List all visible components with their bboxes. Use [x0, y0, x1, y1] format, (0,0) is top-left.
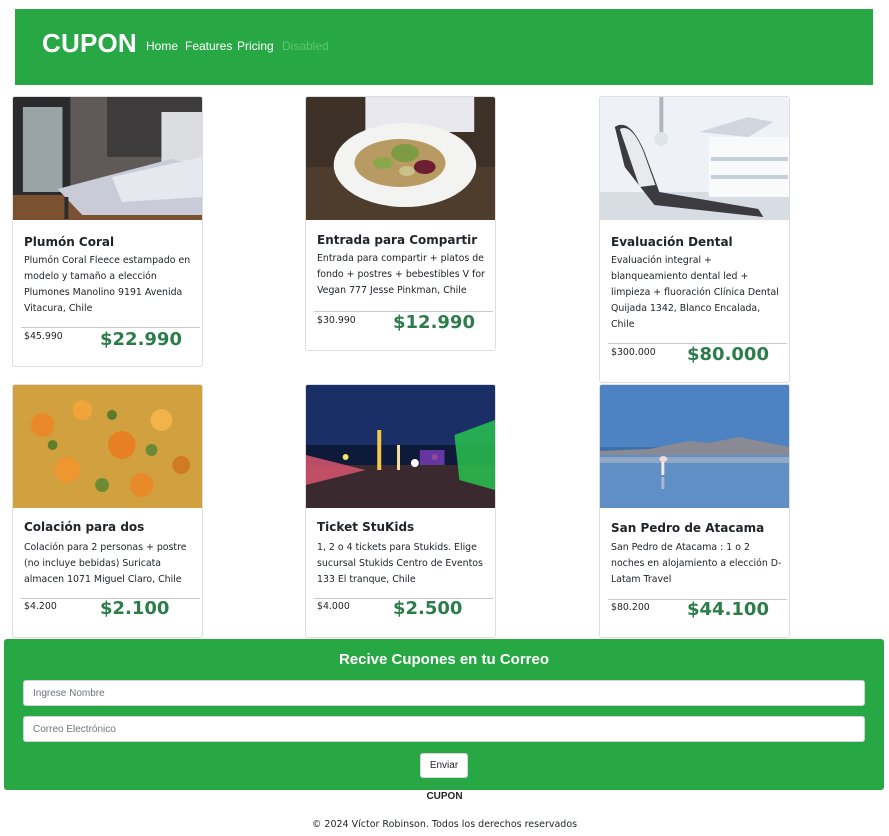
navbar: CUPON Home Features Pricing Disabled [15, 9, 873, 85]
card-description: 1, 2 o 4 tickets para Stukids. Elige suc… [317, 542, 483, 585]
card-title: Evaluación Dental [611, 235, 733, 249]
new-price: $2.100 [100, 598, 170, 619]
name-input[interactable] [23, 680, 865, 706]
old-price: $4.000 [317, 601, 350, 612]
send-button[interactable]: Enviar [420, 753, 468, 778]
coupon-card[interactable]: Colación para dos Colación para 2 person… [12, 384, 203, 638]
card-title: Ticket StuKids [317, 520, 415, 534]
new-price: $44.100 [687, 599, 769, 620]
coupon-card[interactable]: Evaluación Dental Evaluación integral + … [599, 96, 790, 383]
card-title: Colación para dos [24, 520, 145, 534]
card-description: Entrada para compartir + platos de fondo… [317, 253, 485, 296]
nav-link-disabled: Disabled [282, 39, 329, 53]
card-image-fair [306, 385, 495, 508]
coupon-card[interactable]: San Pedro de Atacama San Pedro de Atacam… [599, 384, 790, 638]
email-input[interactable] [23, 716, 865, 742]
card-image-lake [600, 385, 789, 508]
old-price: $45.990 [24, 331, 63, 342]
card-description: Plumón Coral Fleece estampado en modelo … [24, 255, 191, 314]
new-price: $80.000 [687, 344, 769, 365]
card-divider [21, 327, 200, 328]
new-price: $12.990 [393, 312, 475, 333]
coupon-card[interactable]: Entrada para Compartir Entrada para comp… [305, 96, 496, 351]
subscribe-section: Recive Cupones en tu Correo Enviar [4, 639, 884, 790]
card-image-dental [600, 97, 789, 220]
card-image-bedroom [13, 97, 202, 220]
card-title: Entrada para Compartir [317, 233, 478, 247]
card-description: San Pedro de Atacama : 1 o 2 noches en a… [611, 542, 782, 585]
card-title: San Pedro de Atacama [611, 521, 765, 535]
coupon-card[interactable]: Ticket StuKids 1, 2 o 4 tickets para Stu… [305, 384, 496, 638]
navbar-brand[interactable]: CUPON [42, 28, 137, 59]
coupon-card[interactable]: Plumón Coral Plumón Coral Fleece estampa… [12, 96, 203, 367]
card-image-dish [13, 385, 202, 508]
nav-link-pricing[interactable]: Pricing [237, 39, 274, 53]
old-price: $4.200 [24, 601, 57, 612]
old-price: $30.990 [317, 315, 356, 326]
card-title: Plumón Coral [24, 235, 115, 249]
old-price: $300.000 [611, 347, 656, 358]
old-price: $80.200 [611, 602, 650, 613]
new-price: $2.500 [393, 598, 463, 619]
new-price: $22.990 [100, 329, 182, 350]
footer-brand: CUPON [426, 791, 463, 802]
subscribe-title: Recive Cupones en tu Correo [338, 651, 550, 668]
card-description: Evaluación integral + blanqueamiento den… [611, 255, 779, 330]
card-image-salad [306, 97, 495, 220]
footer-copyright: © 2024 Víctor Robinson. Todos los derech… [311, 819, 578, 830]
nav-link-home[interactable]: Home [146, 39, 178, 53]
nav-link-features[interactable]: Features [185, 39, 232, 53]
card-description: Colación para 2 personas + postre (no in… [24, 542, 187, 585]
